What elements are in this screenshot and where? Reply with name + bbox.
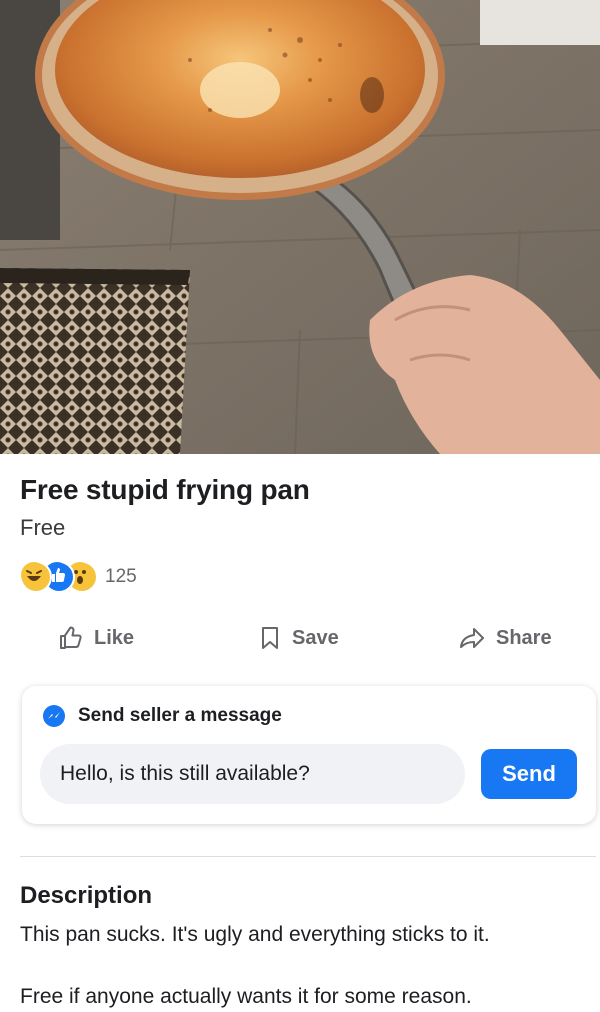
description-heading: Description: [20, 882, 153, 909]
send-button[interactable]: Send: [481, 749, 577, 799]
section-divider: [20, 856, 596, 857]
listing-title: Free stupid frying pan: [20, 474, 310, 505]
reaction-summary[interactable]: 125: [20, 560, 137, 594]
message-header: Send seller a message: [42, 704, 282, 728]
message-seller-card: Send seller a message Send: [22, 686, 596, 824]
like-label: Like: [94, 626, 135, 649]
reaction-count: 125: [105, 566, 137, 587]
haha-emoji-icon: [20, 561, 52, 593]
share-button[interactable]: Share: [458, 616, 552, 660]
thumbs-up-icon: [60, 626, 82, 649]
share-label: Share: [496, 626, 552, 649]
messenger-icon: [43, 705, 65, 727]
share-arrow-icon: [460, 628, 484, 648]
description-line: This pan sucks. It's ugly and everything…: [20, 923, 490, 946]
save-label: Save: [292, 626, 339, 649]
listing-price: Free: [20, 515, 66, 540]
message-header-label: Send seller a message: [78, 705, 282, 726]
message-input[interactable]: [40, 744, 465, 804]
action-bar: Like Save Share: [0, 616, 600, 660]
save-button[interactable]: Save: [258, 616, 339, 660]
like-button[interactable]: Like: [58, 616, 134, 660]
frying-pan-image: [0, 0, 600, 454]
description-line: Free if anyone actually wants it for som…: [20, 985, 472, 1008]
listing-photo[interactable]: [0, 0, 600, 454]
bookmark-icon: [262, 627, 278, 649]
